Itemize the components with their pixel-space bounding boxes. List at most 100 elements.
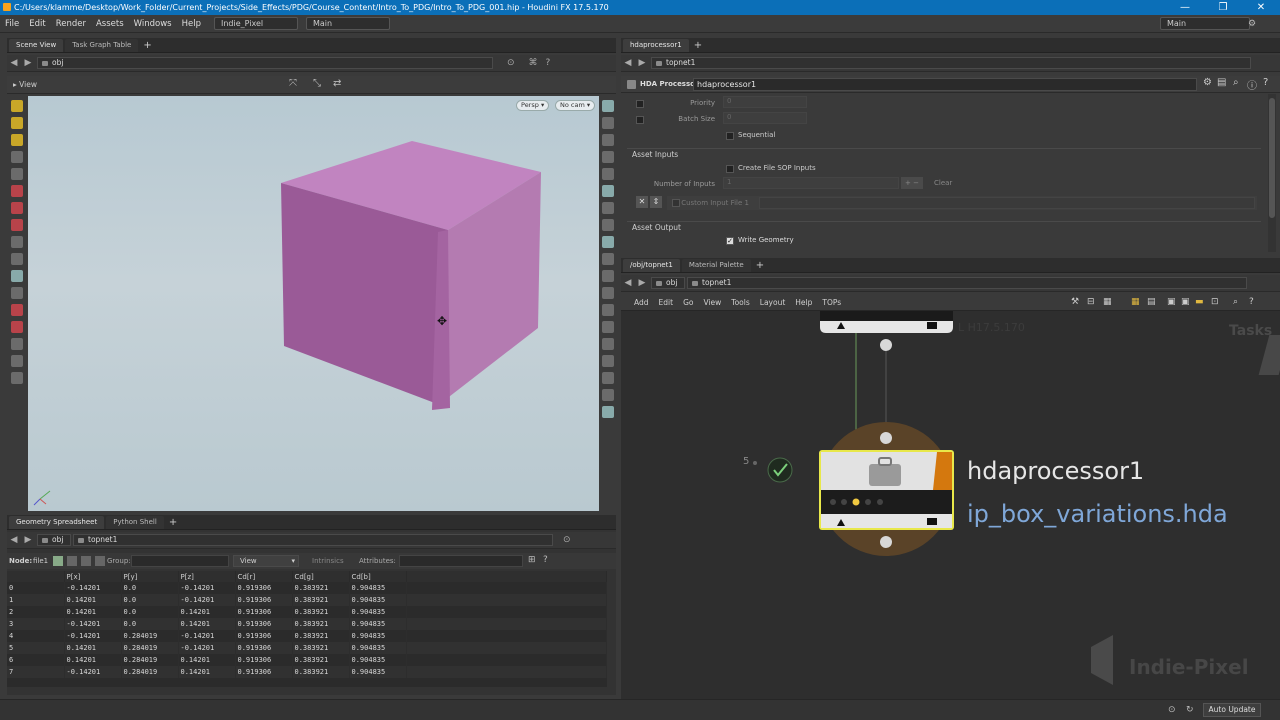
- network-editor-canvas[interactable]: L H17.5.170 Tasks 5 hdaprocessor1 ip_box…: [621, 311, 1280, 699]
- info-icon[interactable]: ⓘ: [1247, 77, 1257, 92]
- shading-icon[interactable]: [601, 117, 614, 129]
- normals-icon[interactable]: [601, 202, 614, 214]
- work-item-dot[interactable]: [830, 499, 836, 505]
- move-tool-icon[interactable]: [11, 117, 23, 129]
- net-menu-tops[interactable]: TOPs: [817, 298, 846, 307]
- path-obj-crumb[interactable]: obj: [37, 534, 71, 546]
- points-mode-icon[interactable]: [53, 556, 63, 566]
- number-of-inputs-field[interactable]: 1: [723, 177, 899, 189]
- work-item-dot-selected[interactable]: [852, 498, 860, 506]
- badge-icon[interactable]: ▣: [1181, 297, 1190, 307]
- batch-size-toggle[interactable]: [636, 116, 644, 124]
- create-file-sop-checkbox[interactable]: [726, 165, 734, 173]
- net-menu-add[interactable]: Add: [621, 298, 654, 307]
- menu-assets[interactable]: Assets: [91, 19, 129, 29]
- select-tool-icon[interactable]: [11, 100, 23, 112]
- back-arrow-icon[interactable]: ◀: [621, 278, 635, 288]
- snap-icon[interactable]: [11, 253, 23, 265]
- param-scrollbar[interactable]: [1268, 94, 1276, 252]
- link-icon[interactable]: ⌘: [529, 58, 538, 68]
- column-header[interactable]: [7, 571, 65, 582]
- dolly-icon[interactable]: ⇄: [333, 78, 341, 89]
- forward-arrow-icon[interactable]: ▶: [635, 278, 649, 288]
- context-select[interactable]: Main: [305, 17, 390, 30]
- camera-menu[interactable]: No cam ▾: [555, 100, 596, 111]
- auto-update-menu[interactable]: Auto Update: [1203, 703, 1261, 717]
- add-remove-input-buttons[interactable]: + −: [901, 177, 923, 189]
- grid-view-icon[interactable]: ▦: [1103, 297, 1112, 307]
- dot-icon[interactable]: [601, 270, 614, 282]
- upstream-output-port[interactable]: [880, 339, 892, 351]
- help-icon[interactable]: ?: [546, 58, 551, 68]
- network-path-node[interactable]: topnet1: [687, 277, 1247, 289]
- network-view-icon[interactable]: ▦: [1131, 297, 1140, 307]
- table-row[interactable]: 6 0.14201 0.284019 0.14201 0.919306 0.383921 0…: [7, 654, 607, 666]
- node-name-field[interactable]: hdaprocessor1: [693, 78, 1197, 91]
- snapshot-icon[interactable]: [601, 406, 614, 418]
- param-path-field[interactable]: topnet1: [651, 57, 1251, 69]
- net-menu-layout[interactable]: Layout: [755, 298, 791, 307]
- gear-icon[interactable]: ⚙: [1248, 19, 1256, 29]
- net-menu-go[interactable]: Go: [678, 298, 698, 307]
- cook-status-badge[interactable]: [767, 457, 793, 483]
- paint-icon[interactable]: [11, 287, 23, 299]
- expand-icon[interactable]: [601, 372, 614, 384]
- search-icon[interactable]: ⌕: [1233, 297, 1238, 307]
- list-view-icon[interactable]: ▤: [1147, 297, 1156, 307]
- network-path-obj[interactable]: obj: [651, 277, 685, 289]
- number-icon[interactable]: [601, 304, 614, 316]
- remove-input-icon[interactable]: ✕: [636, 196, 648, 208]
- vertices-mode-icon[interactable]: [67, 556, 77, 566]
- magnet-icon[interactable]: [11, 304, 23, 316]
- stop-icon[interactable]: ⊙: [1168, 705, 1176, 715]
- node-hda-label[interactable]: ip_box_variations.hda: [967, 500, 1228, 528]
- sequential-checkbox[interactable]: [726, 132, 734, 140]
- text-icon[interactable]: [601, 389, 614, 401]
- display-options-icon[interactable]: [601, 100, 614, 112]
- column-header[interactable]: P[z]: [178, 571, 236, 582]
- scene-path-field[interactable]: obj: [37, 57, 493, 69]
- net-menu-help[interactable]: Help: [790, 298, 817, 307]
- vector-icon[interactable]: [601, 321, 614, 333]
- gear-icon[interactable]: ⚙: [1203, 77, 1212, 88]
- work-item-dot[interactable]: [865, 499, 871, 505]
- pose-tool-icon[interactable]: [11, 151, 23, 163]
- tab-python-shell[interactable]: Python Shell: [106, 516, 164, 529]
- tab-hdaprocessor1[interactable]: hdaprocessor1: [623, 39, 689, 52]
- help-icon[interactable]: ?: [543, 555, 548, 565]
- rotate-tool-icon[interactable]: [11, 134, 23, 146]
- menu-help[interactable]: Help: [177, 19, 206, 29]
- menu-edit[interactable]: Edit: [24, 19, 50, 29]
- table-row[interactable]: 7 -0.14201 0.284019 0.14201 0.919306 0.383921…: [7, 666, 607, 678]
- sphere-icon[interactable]: [11, 202, 23, 214]
- handle-tool-icon[interactable]: [11, 185, 23, 197]
- desktop-select[interactable]: Indie_Pixel: [213, 17, 298, 30]
- 3d-viewport[interactable]: Persp ▾ No cam ▾ ✥: [28, 96, 599, 511]
- view-dropdown[interactable]: ▸ View: [13, 80, 37, 89]
- right-desktop-select[interactable]: Main: [1160, 17, 1250, 30]
- cook-icon[interactable]: ↻: [1186, 705, 1194, 715]
- node-input-port[interactable]: [880, 432, 892, 444]
- menu-windows[interactable]: Windows: [129, 19, 177, 29]
- node-name-label[interactable]: hdaprocessor1: [967, 457, 1144, 485]
- ghost-icon[interactable]: [601, 134, 614, 146]
- tab-scene-view[interactable]: Scene View: [9, 39, 64, 52]
- visibility-icon[interactable]: [11, 355, 23, 367]
- column-header[interactable]: P[x]: [64, 571, 122, 582]
- tab-task-graph-table[interactable]: Task Graph Table: [65, 39, 139, 52]
- maximize-button[interactable]: ❐: [1204, 0, 1242, 15]
- reorder-input-icon[interactable]: ⇕: [650, 196, 662, 208]
- forward-arrow-icon[interactable]: ▶: [21, 58, 35, 68]
- intrinsics-toggle[interactable]: Intrinsics: [312, 557, 344, 565]
- clear-inputs-button[interactable]: Clear: [934, 179, 952, 187]
- help-icon[interactable]: ?: [1249, 297, 1254, 307]
- batch-size-field[interactable]: 0: [723, 112, 807, 124]
- add-tab-icon[interactable]: +: [138, 39, 156, 52]
- back-arrow-icon[interactable]: ◀: [7, 535, 21, 545]
- path-node-crumb[interactable]: topnet1: [73, 534, 553, 546]
- forward-arrow-icon[interactable]: ▶: [635, 58, 649, 68]
- column-header[interactable]: Cd[g]: [292, 571, 350, 582]
- camera-icon[interactable]: [11, 236, 23, 248]
- table-row[interactable]: 3 -0.14201 0.0 0.14201 0.919306 0.383921 0.904…: [7, 618, 607, 630]
- template-icon[interactable]: [601, 185, 614, 197]
